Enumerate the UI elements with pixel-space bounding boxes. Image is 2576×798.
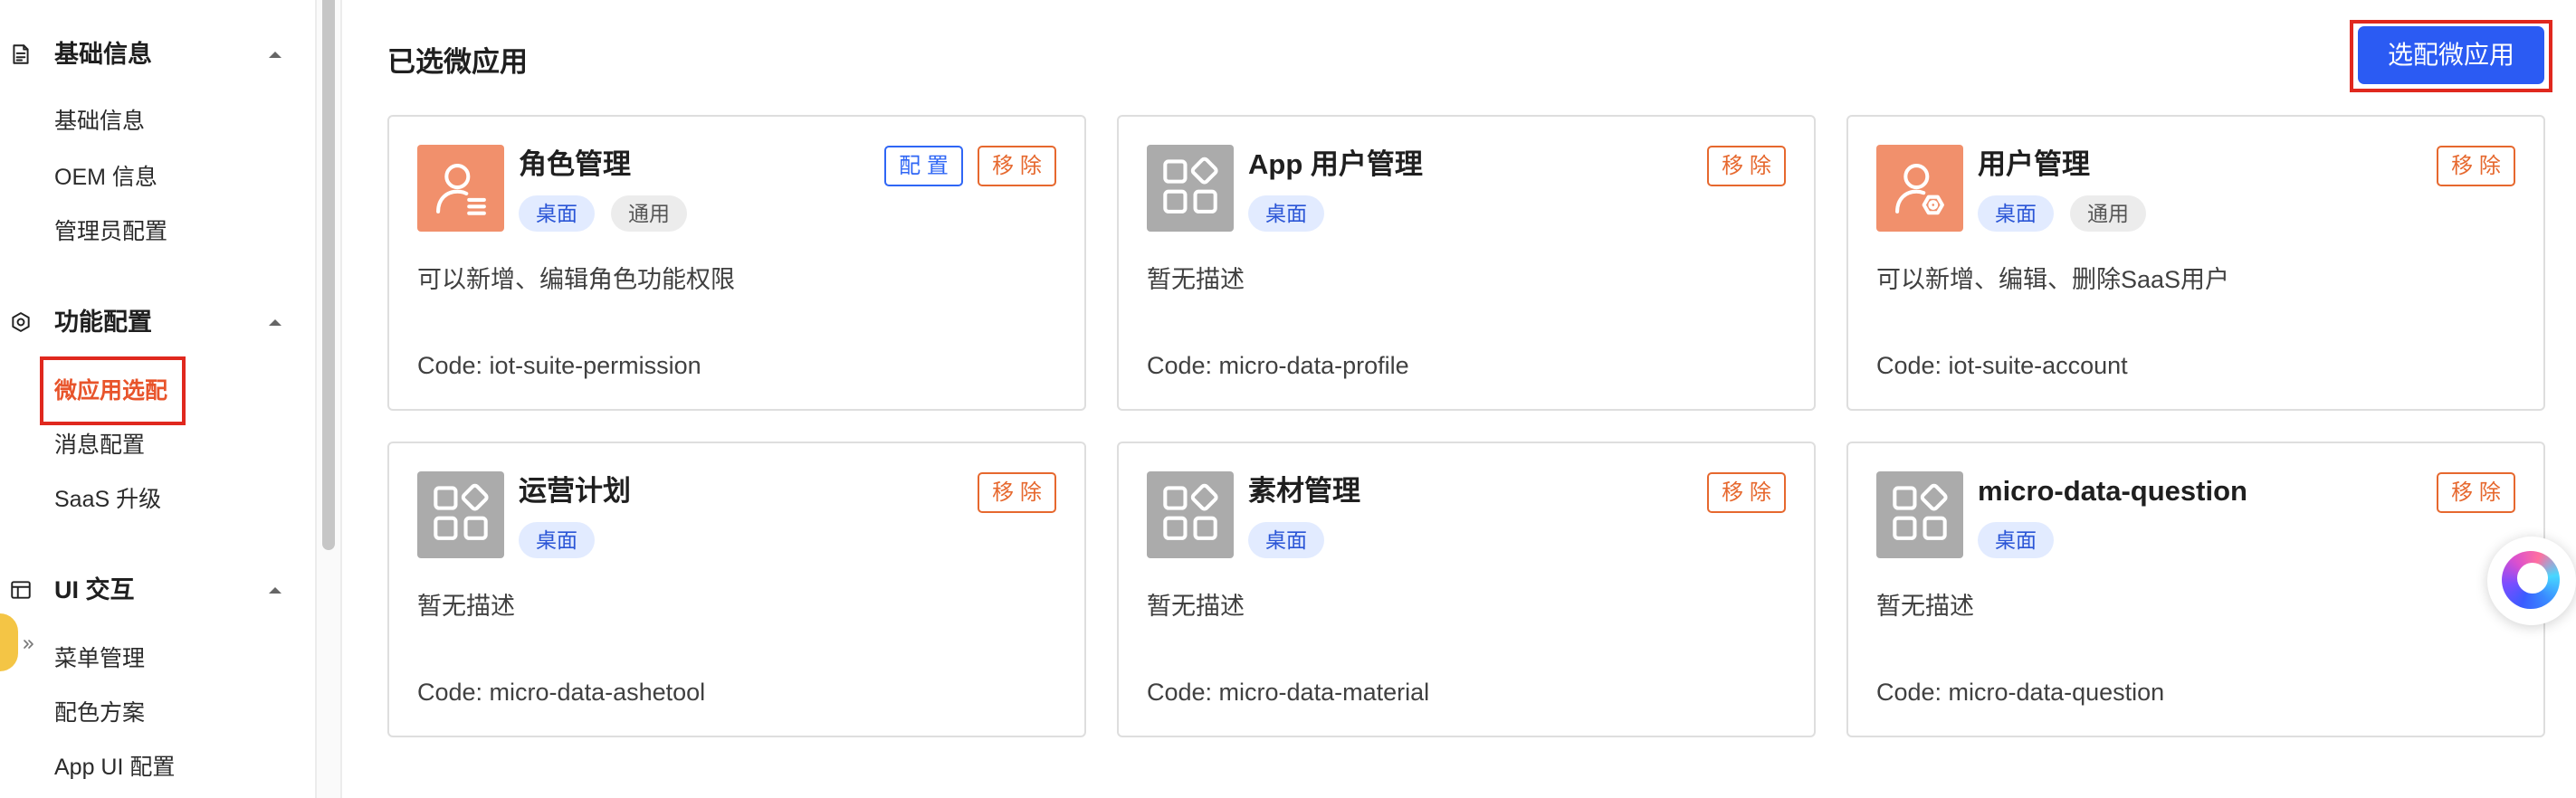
menu-item-basic-info[interactable]: 基础信息 <box>54 103 145 139</box>
card-title: 角色管理 <box>519 148 631 180</box>
micro-app-card: micro-data-question 桌面 移 除暂无描述 Code: micro-… <box>1846 442 2545 737</box>
caret-up-icon <box>268 585 282 594</box>
card-title: 运营计划 <box>519 475 631 507</box>
tag-list: 桌面 <box>1978 522 2054 558</box>
card-actions: 移 除 <box>1707 146 1786 186</box>
menu-item-saas-upgrade[interactable]: SaaS 升级 <box>54 481 161 518</box>
app-icon-tile <box>1876 471 1963 558</box>
card-actions: 移 除 <box>2437 472 2515 513</box>
card-actions: 移 除 <box>978 472 1056 513</box>
menu-group-feature-config[interactable]: 功能配置 <box>0 299 299 345</box>
app-tag: 桌面 <box>1248 522 1324 558</box>
card-code: Code: micro-data-profile <box>1147 352 1409 379</box>
sidebar-nav: 基础信息 基础信息 OEM 信息 管理员配置 功能配置 微应用选配 消息配置 S… <box>0 0 317 798</box>
card-description: 可以新增、编辑、删除SaaS用户 <box>1876 266 2230 293</box>
config-button[interactable]: 配 置 <box>884 146 963 186</box>
remove-button[interactable]: 移 除 <box>1707 146 1786 186</box>
card-code: Code: iot-suite-permission <box>417 352 701 379</box>
caret-up-icon <box>268 318 282 327</box>
role-management-icon <box>436 164 486 215</box>
app-icon-tile <box>1876 145 1963 232</box>
app-icon-tile <box>1147 471 1234 558</box>
remove-button[interactable]: 移 除 <box>1707 472 1786 513</box>
card-actions: 配 置移 除 <box>884 146 1056 186</box>
card-title: App 用户管理 <box>1248 148 1423 180</box>
app-icon-tile <box>417 145 504 232</box>
micro-app-card: 用户管理桌面 通用 移 除可以新增、编辑、删除SaaS用户 Code: iot-sui… <box>1846 115 2545 411</box>
micro-app-card: App 用户管理桌面 移 除暂无描述 Code: micro-data-profil… <box>1117 115 1816 411</box>
micro-app-card: 运营计划桌面 移 除暂无描述 Code: micro-data-ashetool <box>387 442 1086 737</box>
menu-item-oem-info[interactable]: OEM 信息 <box>54 159 157 195</box>
card-code: Code: iot-suite-account <box>1876 352 2128 379</box>
card-code: Code: micro-data-material <box>1147 679 1430 706</box>
sidebar-scrollbar[interactable] <box>317 0 342 798</box>
app-tag: 桌面 <box>519 522 595 558</box>
menu-item-color-scheme[interactable]: 配色方案 <box>54 695 145 731</box>
card-description: 可以新增、编辑角色功能权限 <box>417 266 735 293</box>
swirl-logo-icon <box>2502 551 2560 609</box>
select-micro-app-button[interactable]: 选配微应用 <box>2358 26 2544 84</box>
menu-group-title: 功能配置 <box>54 309 152 336</box>
micro-app-card: 素材管理桌面 移 除暂无描述 Code: micro-data-material <box>1117 442 1816 737</box>
tag-list: 桌面 通用 <box>519 195 687 232</box>
app-tag: 桌面 <box>1978 522 2054 558</box>
app-grid-icon <box>1893 483 1948 540</box>
menu-item-admin-config[interactable]: 管理员配置 <box>54 214 167 250</box>
menu-item-menu-management[interactable]: 菜单管理 <box>54 641 145 677</box>
tag-list: 桌面 <box>1248 195 1324 232</box>
app-grid-icon <box>1163 157 1218 214</box>
app-tag: 通用 <box>2070 195 2146 232</box>
app-tag: 桌面 <box>1248 195 1324 232</box>
micro-app-card: 角色管理桌面 通用 配 置移 除可以新增、编辑角色功能权限 Code: iot-sui… <box>387 115 1086 411</box>
double-chevron-right-icon[interactable] <box>21 637 35 651</box>
assistant-float-button[interactable] <box>2487 537 2576 625</box>
card-actions: 移 除 <box>2437 146 2515 186</box>
scrollbar-thumb[interactable] <box>322 0 335 550</box>
card-title: 用户管理 <box>1978 148 2090 180</box>
window-icon <box>9 578 33 602</box>
remove-button[interactable]: 移 除 <box>2437 472 2515 513</box>
app-tag: 桌面 <box>1978 195 2054 232</box>
menu-item-app-ui-config[interactable]: App UI 配置 <box>54 749 175 785</box>
tag-list: 桌面 <box>1248 522 1324 558</box>
app-grid-icon <box>1163 483 1218 540</box>
card-description: 暂无描述 <box>1147 593 1245 620</box>
mascot-avatar[interactable] <box>0 613 18 671</box>
card-code: Code: micro-data-question <box>1876 679 2165 706</box>
remove-button[interactable]: 移 除 <box>2437 146 2515 186</box>
app-icon-tile <box>417 471 504 558</box>
card-code: Code: micro-data-ashetool <box>417 679 706 706</box>
menu-item-micro-app-select[interactable]: 微应用选配 <box>54 373 167 409</box>
tag-list: 桌面 <box>519 522 595 558</box>
remove-button[interactable]: 移 除 <box>978 472 1056 513</box>
app-icon-tile <box>1147 145 1234 232</box>
micro-app-card-grid: 角色管理 桌面 通用配 置移 除可以新增、编辑角色功能权限 Code: iot-sui… <box>387 115 2545 737</box>
caret-up-icon <box>268 50 282 59</box>
card-actions: 移 除 <box>1707 472 1786 513</box>
menu-group-title: UI 交互 <box>54 576 135 603</box>
app-grid-icon <box>434 483 489 540</box>
card-title: micro-data-question <box>1978 475 2247 507</box>
page-title: 已选微应用 <box>387 46 528 78</box>
menu-group-title: 基础信息 <box>54 41 152 68</box>
card-description: 暂无描述 <box>1147 266 1245 293</box>
menu-group-ui-interaction[interactable]: UI 交互 <box>0 567 299 613</box>
menu-group-basic-info[interactable]: 基础信息 <box>0 32 299 77</box>
menu-item-message-config[interactable]: 消息配置 <box>54 427 145 463</box>
app-tag: 桌面 <box>519 195 595 232</box>
card-title: 素材管理 <box>1248 475 1360 507</box>
remove-button[interactable]: 移 除 <box>978 146 1056 186</box>
document-icon <box>9 43 33 66</box>
tag-list: 桌面 通用 <box>1978 195 2146 232</box>
gear-icon <box>9 310 33 334</box>
app-tag: 通用 <box>611 195 687 232</box>
card-description: 暂无描述 <box>1876 593 1974 620</box>
user-management-icon <box>1895 164 1944 215</box>
card-description: 暂无描述 <box>417 593 515 620</box>
